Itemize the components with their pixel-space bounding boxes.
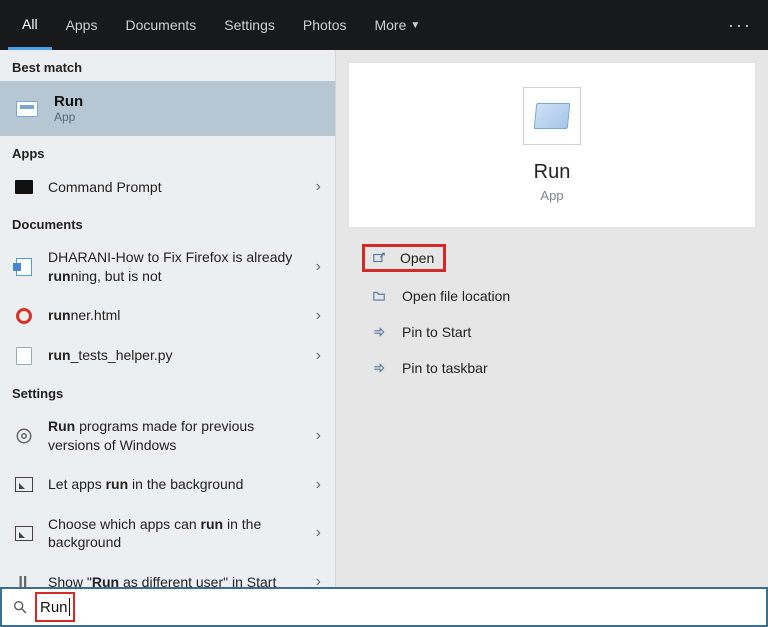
result-label: Command Prompt <box>48 178 302 197</box>
result-doc-runner-html[interactable]: runner.html › <box>0 296 335 336</box>
result-setting-compat[interactable]: Run programs made for previous versions … <box>0 407 335 465</box>
search-input[interactable]: Run <box>40 599 68 616</box>
search-filter-tabs: AllAppsDocumentsSettingsPhotosMore▼ ··· <box>0 0 768 50</box>
chevron-right-icon[interactable]: › <box>316 347 321 365</box>
section-documents: Documents <box>0 207 335 238</box>
action-label: Pin to Start <box>402 324 471 340</box>
result-label: runner.html <box>48 306 302 325</box>
word-icon <box>14 257 34 277</box>
chevron-right-icon[interactable]: › <box>316 524 321 542</box>
gear-icon <box>14 426 34 446</box>
folder-icon <box>370 289 388 303</box>
best-match-item-run[interactable]: Run App <box>0 81 335 136</box>
chevron-right-icon[interactable]: › <box>316 307 321 325</box>
tab-settings[interactable]: Settings <box>210 0 289 50</box>
preview-title: Run <box>365 161 739 184</box>
overflow-menu[interactable]: ··· <box>728 15 752 36</box>
section-settings: Settings <box>0 376 335 407</box>
results-list: Best match Run App Apps Command Prompt› … <box>0 50 336 587</box>
result-setting-choose-bg[interactable]: Choose which apps can run in the backgro… <box>0 505 335 563</box>
best-match-title: Run <box>54 93 83 110</box>
doc-icon <box>14 346 34 366</box>
tab-apps[interactable]: Apps <box>52 0 112 50</box>
chevron-right-icon[interactable]: › <box>316 476 321 494</box>
run-icon <box>14 98 40 120</box>
action-label: Open <box>400 250 434 266</box>
photo-icon <box>14 475 34 495</box>
photo-icon <box>14 523 34 543</box>
open-icon <box>370 251 388 265</box>
preview-pane: Run App Open Open file location Pin to Sta… <box>336 50 768 587</box>
chevron-right-icon[interactable]: › <box>316 258 321 276</box>
preview-subtitle: App <box>365 188 739 203</box>
text-caret <box>69 598 70 616</box>
chevron-right-icon[interactable]: › <box>316 427 321 445</box>
tab-all[interactable]: All <box>8 0 52 50</box>
pin-icon <box>370 361 388 375</box>
action-open[interactable]: Open <box>356 238 756 278</box>
preview-app-icon <box>523 87 581 145</box>
result-doc-dharani[interactable]: DHARANI-How to Fix Firefox is already ru… <box>0 238 335 296</box>
action-open-location[interactable]: Open file location <box>356 278 756 314</box>
result-label: Let apps run in the background <box>48 475 302 494</box>
tab-photos[interactable]: Photos <box>289 0 361 50</box>
result-label: Choose which apps can run in the backgro… <box>48 515 302 553</box>
action-label: Open file location <box>402 288 510 304</box>
tab-documents[interactable]: Documents <box>111 0 210 50</box>
chevron-right-icon[interactable]: › <box>316 178 321 196</box>
section-apps: Apps <box>0 136 335 167</box>
result-command-prompt[interactable]: Command Prompt › <box>0 167 335 207</box>
cmd-icon <box>14 177 34 197</box>
action-pin-start[interactable]: Pin to Start <box>356 314 756 350</box>
search-icon <box>12 599 28 615</box>
pin-icon <box>370 325 388 339</box>
best-match-subtitle: App <box>54 110 83 124</box>
result-label: run_tests_helper.py <box>48 346 302 365</box>
section-best-match: Best match <box>0 50 335 81</box>
result-doc-run-tests-helper[interactable]: run_tests_helper.py › <box>0 336 335 376</box>
action-label: Pin to taskbar <box>402 360 488 376</box>
search-bar[interactable]: Run <box>0 587 768 627</box>
result-label: Run programs made for previous versions … <box>48 417 302 455</box>
result-setting-bg-apps[interactable]: Let apps run in the background › <box>0 465 335 505</box>
tab-more[interactable]: More▼ <box>360 0 434 50</box>
chevron-down-icon: ▼ <box>410 20 420 31</box>
action-pin-taskbar[interactable]: Pin to taskbar <box>356 350 756 386</box>
opera-icon <box>14 306 34 326</box>
result-label: DHARANI-How to Fix Firefox is already ru… <box>48 248 302 286</box>
